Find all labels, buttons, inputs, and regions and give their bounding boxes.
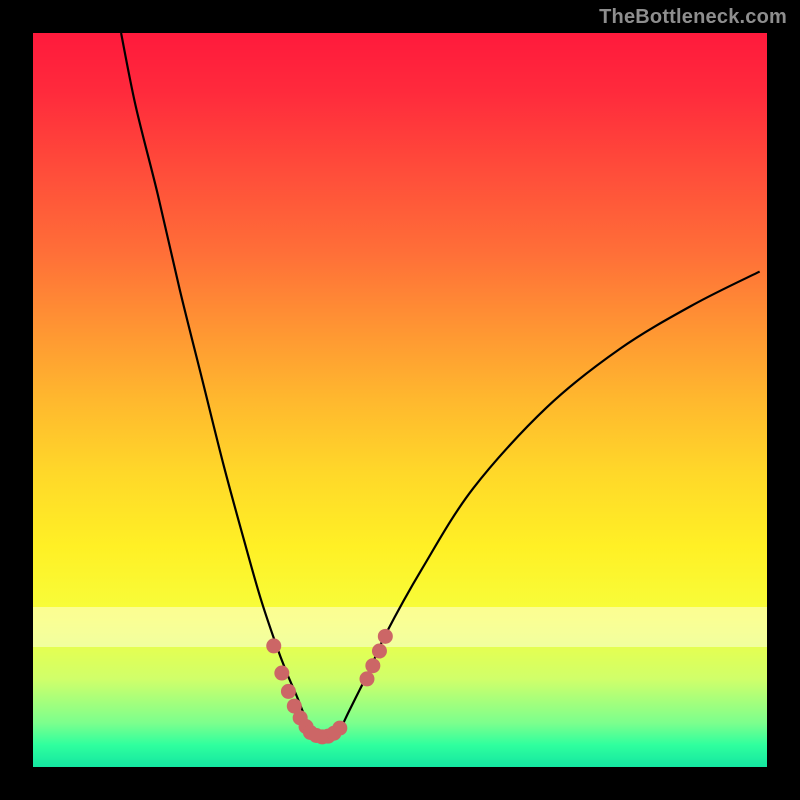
marker-dot	[378, 629, 393, 644]
chart-frame: TheBottleneck.com	[0, 0, 800, 800]
marker-dot	[332, 721, 347, 736]
marker-dot	[372, 644, 387, 659]
bottleneck-curve	[121, 33, 760, 737]
marker-dot	[274, 666, 289, 681]
marker-dot	[266, 638, 281, 653]
watermark-text: TheBottleneck.com	[599, 6, 787, 29]
optimal-marker-right	[359, 629, 392, 687]
optimal-marker-left	[266, 638, 313, 734]
marker-dot	[359, 671, 374, 686]
plot-area	[33, 33, 767, 767]
curve-layer	[33, 33, 767, 767]
marker-dot	[281, 684, 296, 699]
marker-dot	[365, 658, 380, 673]
